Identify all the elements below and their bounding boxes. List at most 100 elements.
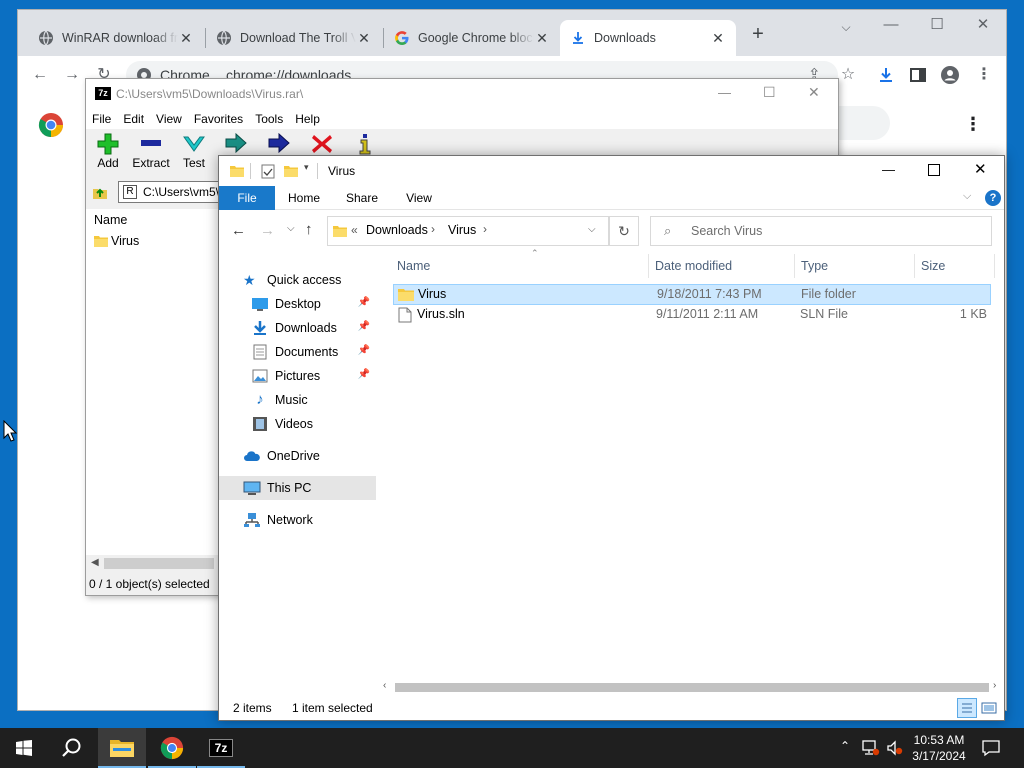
search-button[interactable] — [48, 728, 96, 768]
menu-file[interactable]: File — [86, 109, 117, 129]
details-view-icon[interactable] — [957, 698, 977, 718]
horizontal-scrollbar[interactable]: ‹ › — [381, 680, 1004, 694]
crumb-chevron-icon[interactable]: › — [483, 222, 487, 236]
extract-button[interactable]: Extract — [129, 131, 173, 170]
menu-tools[interactable]: Tools — [249, 109, 289, 129]
properties-icon[interactable] — [261, 164, 275, 179]
close-icon[interactable]: ✕ — [960, 10, 1006, 40]
tab-close-icon[interactable]: ✕ — [356, 30, 372, 47]
column-header-date[interactable]: Date modified — [649, 254, 795, 278]
pin-icon[interactable]: 📌 — [358, 297, 370, 308]
notifications-icon[interactable] — [982, 739, 1000, 757]
column-header-type[interactable]: Type — [795, 254, 915, 278]
volume-muted-icon[interactable] — [886, 740, 904, 756]
tab-troll-virus[interactable]: Download The Troll Virus ✕ — [206, 20, 382, 56]
large-icons-view-icon[interactable] — [981, 700, 997, 716]
show-hidden-icons-chevron-icon[interactable]: ⌃ — [840, 739, 850, 753]
nav-downloads[interactable]: Downloads 📌 — [219, 316, 376, 340]
info-button[interactable] — [343, 131, 387, 156]
menu-edit[interactable]: Edit — [117, 109, 150, 129]
address-crumb-downloads[interactable]: Downloads — [366, 223, 428, 237]
bookmark-star-icon[interactable]: ☆ — [838, 65, 858, 85]
nav-this-pc[interactable]: This PC — [219, 476, 376, 500]
explorer-search[interactable]: ⌕ Search Virus — [650, 216, 992, 246]
scrollbar-thumb[interactable] — [395, 683, 989, 692]
pin-icon[interactable]: 📌 — [358, 369, 370, 380]
new-tab-icon[interactable]: + — [748, 24, 768, 44]
address-overflow[interactable]: « — [351, 223, 358, 237]
scroll-left-icon[interactable]: ‹ — [383, 680, 386, 691]
nav-onedrive[interactable]: OneDrive — [219, 444, 376, 468]
new-folder-icon[interactable] — [283, 163, 299, 179]
nav-network[interactable]: Network — [219, 508, 376, 532]
move-button[interactable] — [257, 131, 301, 156]
up-folder-icon[interactable] — [92, 184, 108, 200]
nav-documents[interactable]: Documents 📌 — [219, 340, 376, 364]
table-row-selected[interactable]: Virus 9/18/2011 7:43 PM File folder — [393, 284, 991, 305]
column-header-name[interactable]: Name — [391, 254, 649, 278]
help-icon[interactable]: ? — [985, 190, 1001, 206]
qat-dropdown-icon[interactable]: ▾ — [304, 162, 309, 173]
ribbon-tab-home[interactable]: Home — [281, 186, 327, 210]
menu-view[interactable]: View — [150, 109, 188, 129]
close-icon[interactable]: ✕ — [974, 160, 987, 178]
tab-google-blocks[interactable]: Google Chrome blocks downloads ✕ — [384, 20, 560, 56]
scrollbar-thumb[interactable] — [104, 558, 214, 569]
forward-icon[interactable]: → — [260, 222, 275, 239]
nav-music[interactable]: ♪ Music — [219, 388, 376, 412]
maximize-icon[interactable] — [928, 164, 940, 176]
tab-close-icon[interactable]: ✕ — [178, 30, 194, 47]
minimize-icon[interactable]: — — [868, 10, 914, 40]
copy-button[interactable] — [214, 131, 258, 156]
nav-desktop[interactable]: Desktop 📌 — [219, 292, 376, 316]
back-icon[interactable]: ← — [30, 65, 50, 85]
taskbar-7zip[interactable]: 7z — [197, 728, 245, 768]
start-button[interactable] — [0, 728, 48, 768]
kebab-menu-icon[interactable]: ⋮ — [974, 65, 994, 85]
back-icon[interactable]: ← — [231, 222, 246, 239]
menu-favorites[interactable]: Favorites — [188, 109, 249, 129]
table-row[interactable]: Virus.sln 9/11/2011 2:11 AM SLN File 1 K… — [393, 305, 991, 326]
minimize-icon[interactable]: — — [718, 85, 731, 100]
network-status-icon[interactable] — [862, 740, 880, 756]
menu-help[interactable]: Help — [289, 109, 326, 129]
nav-pictures[interactable]: Pictures 📌 — [219, 364, 376, 388]
maximize-icon[interactable]: ☐ — [763, 84, 776, 101]
add-button[interactable]: Add — [86, 131, 130, 170]
tab-close-icon[interactable]: ✕ — [710, 30, 726, 47]
explorer-address-bar[interactable]: « Downloads › Virus › ⌵ — [327, 216, 609, 246]
taskbar-chrome[interactable] — [148, 728, 196, 768]
close-icon[interactable]: ✕ — [808, 84, 820, 101]
forward-icon[interactable]: → — [62, 65, 82, 85]
address-dropdown-icon[interactable]: ⌵ — [588, 224, 596, 235]
ribbon-expand-chevron-icon[interactable]: ⌵ — [963, 190, 971, 203]
profile-icon[interactable] — [940, 65, 960, 85]
pin-icon[interactable]: 📌 — [358, 321, 370, 332]
side-panel-icon[interactable] — [908, 65, 928, 85]
ribbon-tab-share[interactable]: Share — [339, 186, 385, 210]
column-header-size[interactable]: Size — [915, 254, 995, 278]
address-crumb-virus[interactable]: Virus — [448, 223, 476, 237]
taskbar-file-explorer[interactable] — [98, 728, 146, 768]
ribbon-tab-view[interactable]: View — [396, 186, 442, 210]
nav-videos[interactable]: Videos — [219, 412, 376, 436]
maximize-icon[interactable]: ☐ — [914, 10, 960, 40]
refresh-icon[interactable]: ↻ — [609, 216, 639, 246]
minimize-icon[interactable]: — — [882, 162, 895, 177]
tab-close-icon[interactable]: ✕ — [534, 30, 550, 47]
up-icon[interactable]: ↑ — [305, 221, 313, 238]
pin-icon[interactable]: 📌 — [358, 345, 370, 356]
recent-locations-icon[interactable]: ⌵ — [287, 223, 295, 234]
tab-downloads[interactable]: Downloads ✕ — [560, 20, 736, 56]
ribbon-tab-file[interactable]: File — [219, 186, 275, 210]
test-button[interactable]: Test — [172, 131, 216, 170]
list-item[interactable]: Virus — [94, 234, 139, 248]
tab-search-chevron-icon[interactable]: ⌵ — [823, 12, 869, 42]
nav-quick-access[interactable]: ★ Quick access — [219, 268, 376, 292]
column-name-header[interactable]: Name — [94, 213, 127, 227]
tab-winrar[interactable]: WinRAR download free and support: WinRAR… — [28, 20, 204, 56]
horizontal-scrollbar[interactable]: ◀ — [86, 555, 218, 572]
scroll-left-icon[interactable]: ◀ — [91, 557, 99, 568]
clock[interactable]: 10:53 AM 3/17/2024 — [906, 732, 972, 764]
scroll-right-icon[interactable]: › — [993, 680, 996, 691]
